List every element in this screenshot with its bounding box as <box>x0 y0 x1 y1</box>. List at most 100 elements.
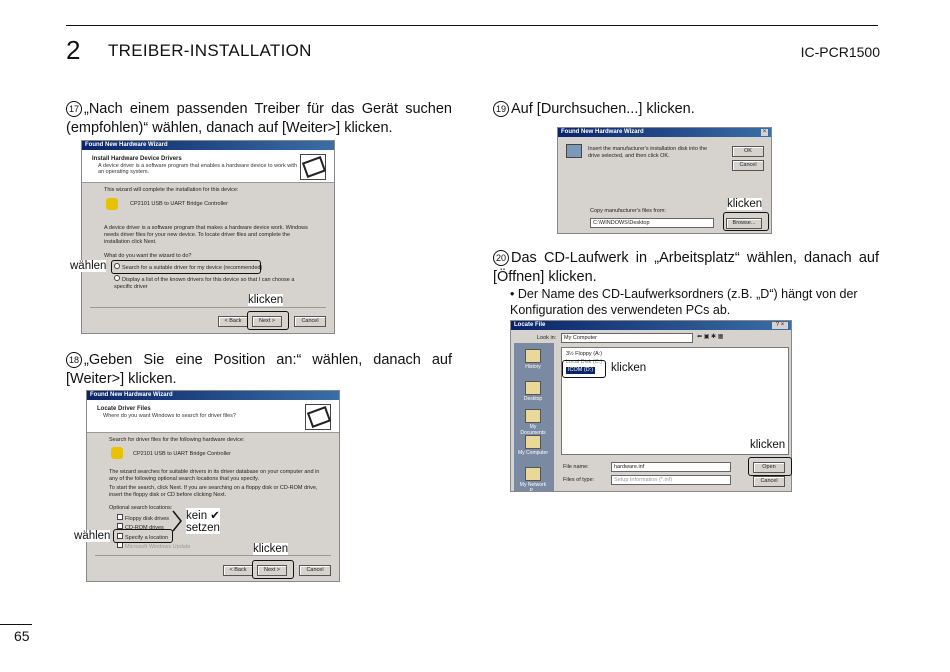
dialog-titlebar: Locate File <box>511 321 791 330</box>
chapter-title: TREIBER-INSTALLATION <box>108 41 312 60</box>
callout-next-button <box>252 560 294 579</box>
disk-icon <box>566 144 582 158</box>
filename-field[interactable]: hardware.inf <box>611 462 731 472</box>
dialog-titlebar: Found New Hardware Wizard <box>82 141 334 150</box>
place-network[interactable]: My Network P... <box>518 467 548 491</box>
radio-icon <box>114 275 120 281</box>
dialog-line1: Search for driver files for the followin… <box>109 437 245 443</box>
dialog-titlebar: Found New Hardware Wizard <box>558 128 771 137</box>
callout-open-button <box>748 457 792 476</box>
dialog-divider <box>90 307 326 308</box>
look-in-select[interactable]: My Computer <box>561 333 693 343</box>
filename-label: File name: <box>563 464 589 470</box>
path-field[interactable]: C:\WINDOWS\Desktop <box>590 218 714 228</box>
checkbox-label: Microsoft Windows Update <box>125 544 191 550</box>
drive-floppy[interactable]: 3½ Floppy (A:) <box>566 351 602 358</box>
label-click: klicken <box>727 198 763 210</box>
cancel-button[interactable]: Cancel <box>732 160 764 171</box>
chapter-number: 2 <box>66 35 81 65</box>
step-20-note: • Der Name des CD-Laufwerksordners (z.B.… <box>510 286 879 318</box>
step-number: 18 <box>66 352 82 368</box>
label-click: klicken <box>248 294 284 306</box>
device-name: CP2101 USB to UART Bridge Controller <box>130 201 228 207</box>
step-text: Das CD-Laufwerk in „Arbeitsplatz“ wählen… <box>493 250 879 285</box>
places-sidebar: History Desktop My Documents My Computer… <box>514 343 554 491</box>
dialog-header: Install Hardware Device Drivers A device… <box>82 150 334 183</box>
dialog-header: Locate Driver Files Where do you want Wi… <box>87 400 339 433</box>
device-icon <box>111 447 123 459</box>
checkbox-floppy[interactable]: Floppy disk drives <box>117 514 169 523</box>
cancel-button[interactable]: Cancel <box>294 316 326 327</box>
dialog-question: What do you want the wizard to do? <box>104 253 192 259</box>
bullet-icon: • <box>510 287 518 301</box>
dialog-message: Insert the manufacturer's installation d… <box>588 146 708 159</box>
help-close-icons[interactable]: ? × <box>772 322 788 329</box>
back-button[interactable]: < Back <box>218 316 248 327</box>
checkbox-label: Floppy disk drives <box>125 516 170 522</box>
ok-button[interactable]: OK <box>732 146 764 157</box>
dialog-line2: The wizard searches for suitable drivers… <box>109 469 320 482</box>
nav-toolbar-icons[interactable]: ⬅ ▣ ✱ ▦ <box>697 334 745 341</box>
page-number: 65 <box>14 628 30 644</box>
step-number: 17 <box>66 101 82 117</box>
wizard-icon <box>300 154 326 180</box>
close-icon[interactable]: × <box>761 129 768 136</box>
label-click-item: klicken <box>611 362 647 374</box>
model-name: IC-PCR1500 <box>800 44 880 60</box>
place-desktop[interactable]: Desktop <box>518 381 548 403</box>
step-19: 19 Auf [Durchsuchen...] klicken. <box>493 100 879 119</box>
callout-browse-button <box>723 212 769 231</box>
callout-option-search <box>111 260 261 274</box>
label-click: klicken <box>253 543 289 555</box>
callout-specify-location <box>113 529 173 543</box>
dialog-line2: A device driver is a software program th… <box>104 225 308 245</box>
note-text: Der Name des CD-Laufwerksordners (z.B. „… <box>510 287 858 317</box>
back-button[interactable]: < Back <box>223 565 253 576</box>
callout-cd-drive <box>562 360 606 378</box>
optional-locations-label: Optional search locations: <box>109 505 173 511</box>
step-number: 19 <box>493 101 509 117</box>
look-in-label: Look in: <box>537 335 557 341</box>
dialog-install-drivers: Found New Hardware Wizard Install Hardwa… <box>81 140 335 334</box>
step-20: 20 Das CD-Laufwerk in „Arbeitsplatz“ wähl… <box>493 249 879 287</box>
dialog-locate-driver: Found New Hardware Wizard Locate Driver … <box>86 390 340 582</box>
checkbox-icon <box>117 514 123 520</box>
dialog-subheading: Where do you want Windows to search for … <box>103 413 236 419</box>
step-18: 18 „Geben Sie eine Position an:“ wählen, … <box>66 351 452 389</box>
dialog-subheading: A device driver is a software program th… <box>98 163 298 175</box>
label-set: setzen <box>186 522 220 534</box>
label-click-open: klicken <box>750 439 786 451</box>
dialog-titlebar: Found New Hardware Wizard <box>87 391 339 400</box>
callout-next-button <box>247 311 289 330</box>
device-icon <box>106 198 118 210</box>
place-computer[interactable]: My Computer <box>518 435 548 457</box>
header-rule <box>66 25 878 26</box>
dialog-divider <box>95 555 331 556</box>
dialog-heading: Install Hardware Device Drivers <box>92 156 182 162</box>
label-select: wählen <box>70 260 107 272</box>
cancel-button[interactable]: Cancel <box>299 565 331 576</box>
step-text: Auf [Durchsuchen...] klicken. <box>511 101 695 117</box>
brace-icon <box>172 510 182 532</box>
place-history[interactable]: History <box>518 349 548 371</box>
option-display-list[interactable]: Display a list of the known drivers for … <box>114 275 314 291</box>
step-text: „Geben Sie eine Position an:“ wählen, da… <box>66 352 452 387</box>
step-17: 17 „Nach einem passenden Treiber für das … <box>66 100 452 138</box>
label-no-check: kein ✔ <box>186 508 220 522</box>
footer-rule <box>0 624 32 625</box>
copy-from-label: Copy manufacturer's files from: <box>590 208 666 214</box>
checkbox-windows-update[interactable]: Microsoft Windows Update <box>117 542 190 551</box>
place-documents[interactable]: My Documents <box>518 409 548 436</box>
filetype-label: Files of type: <box>563 477 595 483</box>
label-select: wählen <box>74 530 111 542</box>
dialog-line1: This wizard will complete the installati… <box>104 187 239 193</box>
option-label: Display a list of the known drivers for … <box>114 277 295 290</box>
cancel-button[interactable]: Cancel <box>753 476 785 487</box>
device-name: CP2101 USB to UART Bridge Controller <box>133 451 231 457</box>
dialog-heading: Locate Driver Files <box>97 406 151 412</box>
dialog-line3: To start the search, click Next. If you … <box>109 485 318 498</box>
step-number: 20 <box>493 250 509 266</box>
wizard-icon <box>305 404 331 430</box>
step-text: „Nach einem passenden Treiber für das Ge… <box>66 101 452 136</box>
filetype-select[interactable]: Setup Information (*.inf) <box>611 475 731 485</box>
